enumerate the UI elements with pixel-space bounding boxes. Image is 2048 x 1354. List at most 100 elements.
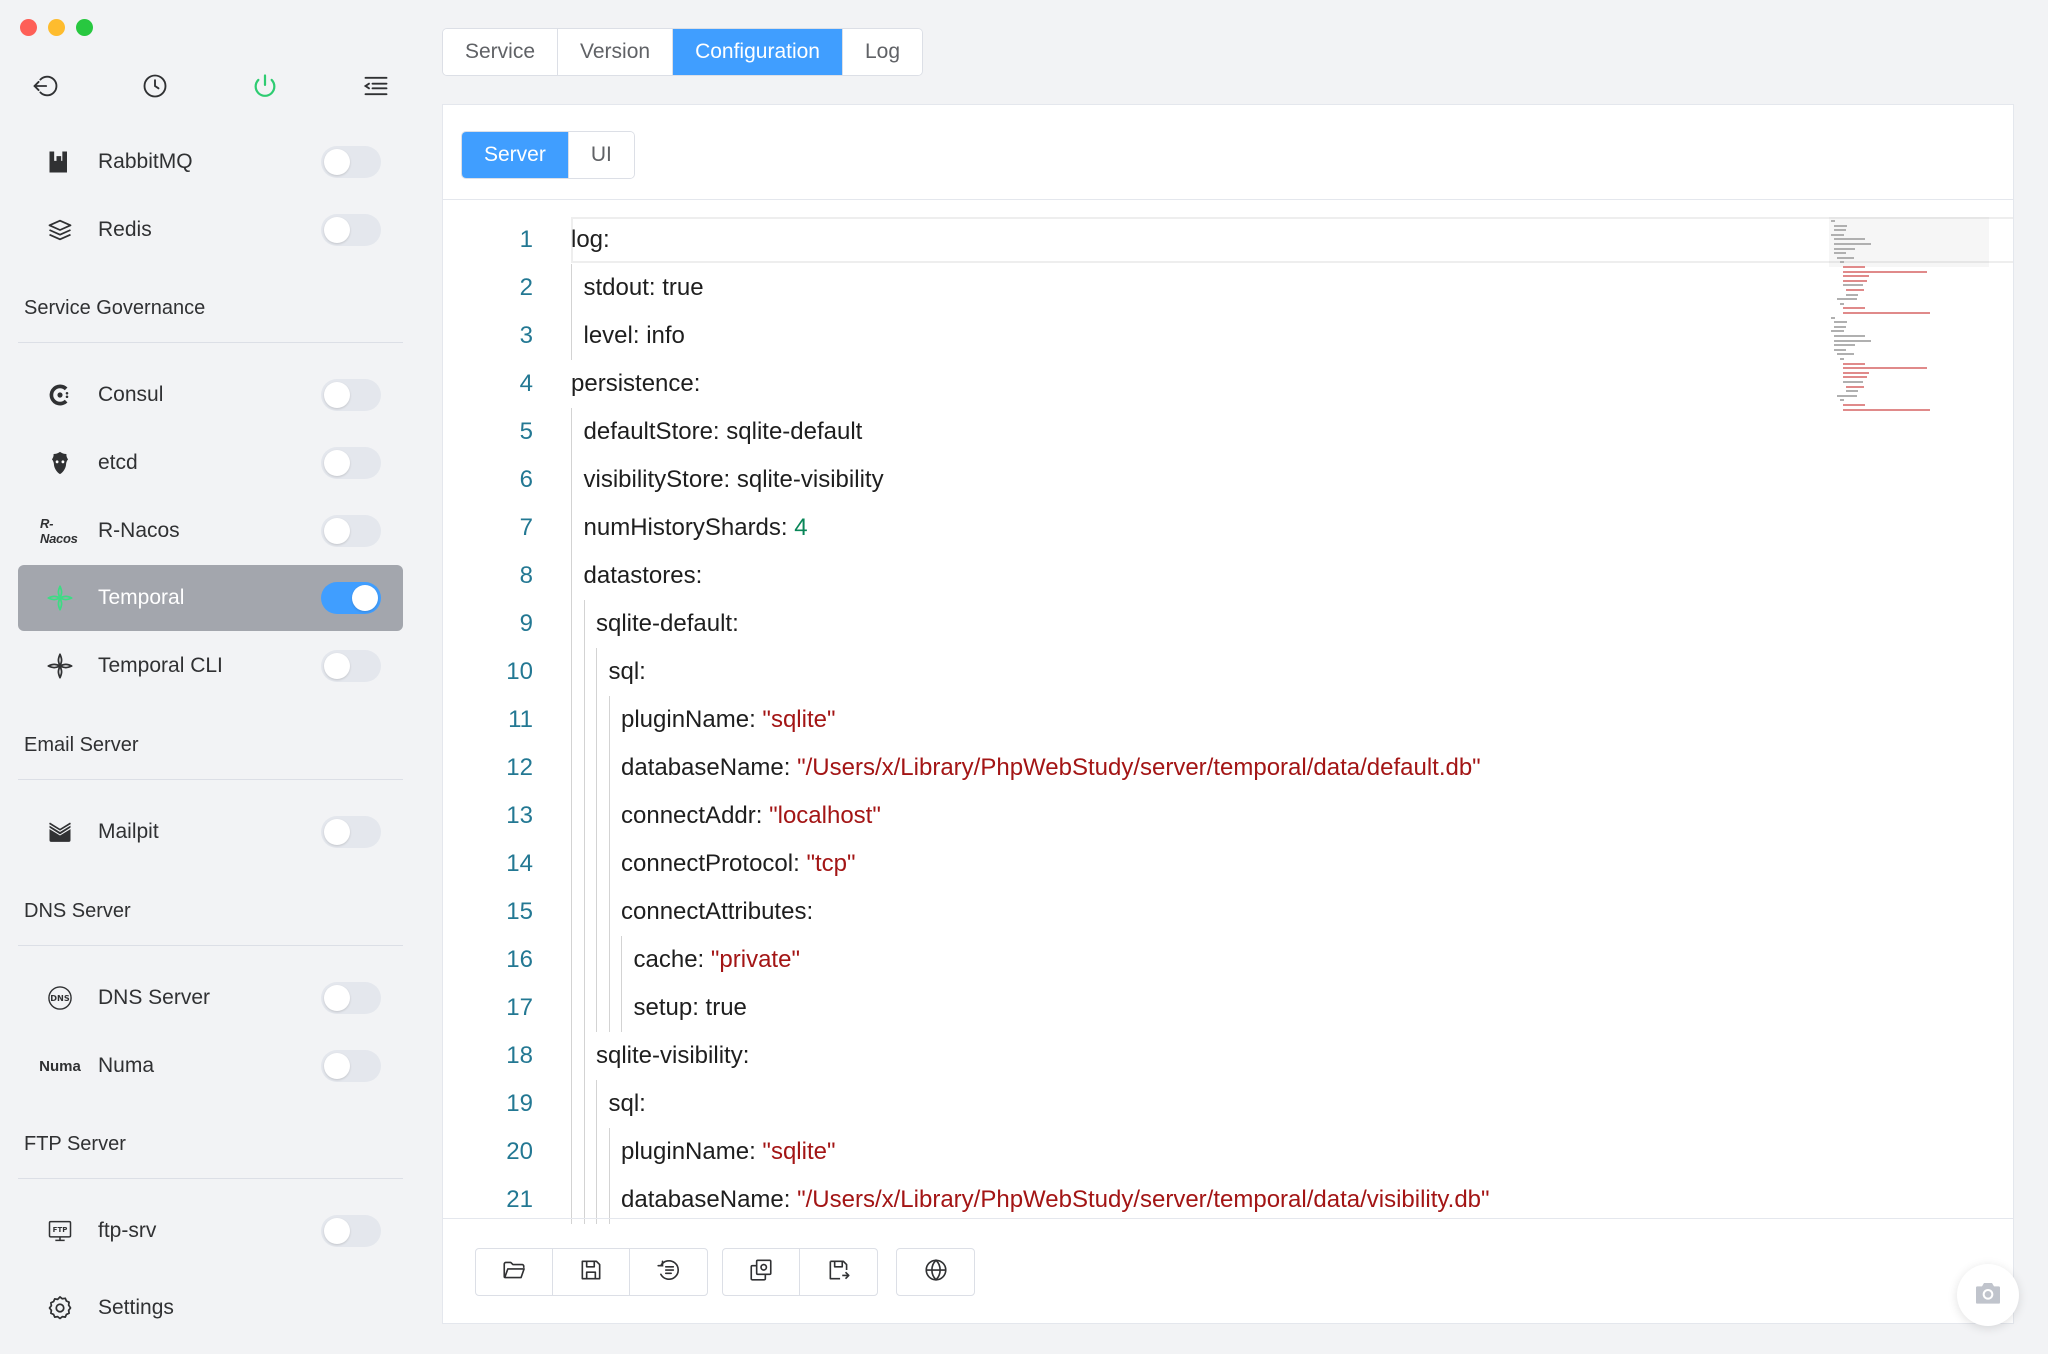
sidebar-item-settings[interactable]: Settings: [18, 1275, 403, 1341]
sidebar-item-label: ftp-srv: [98, 1219, 157, 1242]
toolbar-divider: [443, 1218, 2013, 1219]
etcd-icon: [40, 447, 80, 479]
etcd-toggle[interactable]: [321, 447, 381, 479]
indent-guide: [596, 1176, 597, 1224]
numa-toggle[interactable]: [321, 1050, 381, 1082]
code-line[interactable]: 4 persistence:: [443, 360, 2013, 408]
code-line[interactable]: 10 sql:: [443, 648, 2013, 696]
string-token: "tcp": [806, 850, 856, 877]
mailpit-toggle[interactable]: [321, 816, 381, 848]
code-line[interactable]: 15 connectAttributes:: [443, 888, 2013, 936]
indent-guide: [583, 1080, 585, 1128]
code-line[interactable]: 3 level: info: [443, 312, 2013, 360]
sidebar: RabbitMQ Redis Service Governance Consul…: [0, 0, 422, 1354]
sidebar-item-temporal-cli[interactable]: Temporal CLI: [18, 633, 403, 699]
indent-guide: [583, 1032, 585, 1080]
key-token: sql:: [608, 1090, 646, 1117]
power-icon[interactable]: [249, 70, 281, 102]
load-config-button[interactable]: [723, 1249, 800, 1295]
export-config-icon: [826, 1257, 852, 1288]
indent-guide: [571, 1080, 572, 1128]
code-line[interactable]: 20 pluginName: "sqlite": [443, 1128, 2013, 1176]
tab-log[interactable]: Log: [843, 29, 923, 75]
sidebar-item-rabbitmq[interactable]: RabbitMQ: [18, 129, 403, 195]
sidebar-item-consul[interactable]: Consul: [18, 362, 403, 428]
code-text: visibilityStore: sqlite-visibility: [584, 466, 884, 494]
indent-guide: [608, 840, 610, 888]
tab-configuration[interactable]: Configuration: [673, 29, 843, 75]
section-divider: [18, 342, 403, 343]
rabbitmq-toggle[interactable]: [321, 146, 381, 178]
consul-icon: [40, 379, 80, 411]
open-browser-button[interactable]: [897, 1249, 974, 1295]
code-line[interactable]: 9 sqlite-default:: [443, 600, 2013, 648]
ftp-srv-toggle[interactable]: [321, 1215, 381, 1247]
code-text: pluginName: "sqlite": [621, 706, 836, 734]
back-icon[interactable]: [29, 70, 61, 102]
code-line[interactable]: 11 pluginName: "sqlite": [443, 696, 2013, 744]
temporal-cli-toggle[interactable]: [321, 650, 381, 682]
code-text: stdout: true: [584, 274, 704, 302]
sidebar-item-r-nacos[interactable]: R-Nacos R-Nacos: [18, 498, 403, 564]
sidebar-item-numa[interactable]: Numa Numa: [18, 1033, 403, 1099]
menu-indent-icon[interactable]: [360, 70, 392, 102]
code-line[interactable]: 7 numHistoryShards: 4: [443, 504, 2013, 552]
indent-guide: [571, 744, 572, 792]
code-line[interactable]: 21 databaseName: "/Users/x/Library/PhpWeb…: [443, 1176, 2013, 1224]
code-line[interactable]: 5 defaultStore: sqlite-default: [443, 408, 2013, 456]
sidebar-item-label: Numa: [98, 1054, 155, 1077]
svg-text:DNS: DNS: [50, 993, 70, 1003]
subtab-server[interactable]: Server: [462, 132, 569, 178]
sidebar-item-redis[interactable]: Redis: [18, 197, 403, 263]
indent-guide: [571, 984, 572, 1032]
code-line[interactable]: 2 stdout: true: [443, 264, 2013, 312]
code-text: log:: [571, 226, 610, 254]
sidebar-item-temporal[interactable]: Temporal: [18, 565, 403, 631]
code-line[interactable]: 14 connectProtocol: "tcp": [443, 840, 2013, 888]
indent-guide: [571, 408, 572, 456]
code-line[interactable]: 12 databaseName: "/Users/x/Library/PhpWeb…: [443, 744, 2013, 792]
line-number: 8: [519, 562, 533, 589]
sidebar-item-etcd[interactable]: etcd: [18, 430, 403, 496]
temporal-toggle[interactable]: [321, 582, 381, 614]
close-window-button[interactable]: [20, 19, 37, 36]
indent-guide: [596, 1128, 597, 1176]
view-log-button[interactable]: [630, 1249, 707, 1295]
code-line[interactable]: 1 log:: [443, 216, 2013, 264]
minimize-window-button[interactable]: [48, 19, 65, 36]
dns-server-toggle[interactable]: [321, 982, 381, 1014]
clock-icon[interactable]: [139, 70, 171, 102]
sidebar-item-mailpit[interactable]: Mailpit: [18, 799, 403, 865]
code-line[interactable]: 6 visibilityStore: sqlite-visibility: [443, 456, 2013, 504]
screenshot-button[interactable]: [1957, 1264, 2019, 1326]
code-line[interactable]: 17 setup: true: [443, 984, 2013, 1032]
indent-guide: [608, 792, 610, 840]
indent-guide: [583, 744, 585, 792]
open-folder-button[interactable]: [476, 1249, 553, 1295]
indent-guide: [571, 1032, 572, 1080]
indent-guide: [608, 696, 610, 744]
save-button[interactable]: [553, 1249, 630, 1295]
zoom-window-button[interactable]: [76, 19, 93, 36]
code-line[interactable]: 19 sql:: [443, 1080, 2013, 1128]
code-text: databaseName: "/Users/x/Library/PhpWebSt…: [621, 754, 1481, 782]
sidebar-item-label: Settings: [98, 1296, 174, 1319]
indent-guide: [571, 648, 572, 696]
indent-guide: [571, 552, 572, 600]
key-token: connectAttributes:: [621, 898, 814, 925]
export-config-button[interactable]: [800, 1249, 877, 1295]
code-line[interactable]: 18 sqlite-visibility:: [443, 1032, 2013, 1080]
consul-toggle[interactable]: [321, 379, 381, 411]
code-line[interactable]: 16 cache: "private": [443, 936, 2013, 984]
code-line[interactable]: 13 connectAddr: "localhost": [443, 792, 2013, 840]
code-line[interactable]: 8 datastores:: [443, 552, 2013, 600]
code-editor[interactable]: 1 log: 2 stdout: true 3 level: info 4 persisten…: [443, 210, 2013, 1310]
r-nacos-toggle[interactable]: [321, 515, 381, 547]
tab-service[interactable]: Service: [443, 29, 559, 75]
redis-toggle[interactable]: [321, 214, 381, 246]
subtab-ui[interactable]: UI: [568, 132, 634, 178]
code-text: connectProtocol: "tcp": [621, 850, 856, 878]
tab-version[interactable]: Version: [558, 29, 674, 75]
sidebar-item-ftp-srv[interactable]: FTP ftp-srv: [18, 1198, 403, 1264]
sidebar-item-dns-server[interactable]: DNS DNS Server: [18, 965, 403, 1031]
